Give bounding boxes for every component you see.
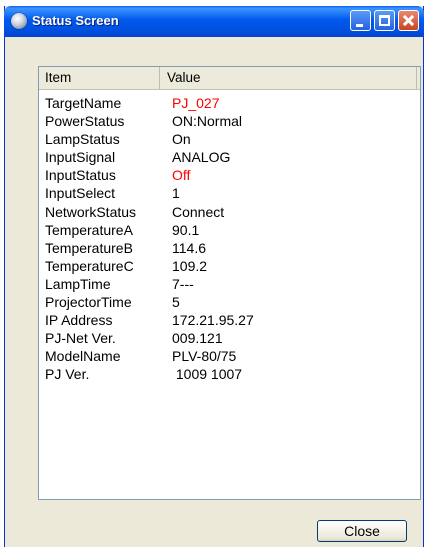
list-item[interactable]: PowerStatus ON:Normal — [39, 113, 420, 131]
list-item[interactable]: TemperatureB 114.6 — [39, 240, 420, 258]
maximize-button[interactable] — [374, 10, 395, 31]
list-item[interactable]: ModelName PLV-80/75 — [39, 348, 420, 366]
item-name: InputSelect — [45, 185, 116, 202]
list-item[interactable]: LampTime 7--- — [39, 276, 420, 294]
item-name: NetworkStatus — [45, 203, 137, 220]
item-name: TemperatureB — [45, 239, 133, 256]
close-icon — [399, 11, 418, 30]
item-value: ANALOG — [172, 149, 231, 166]
item-value: 90.1 — [172, 221, 200, 238]
list-item[interactable]: TemperatureC 109.2 — [39, 258, 420, 276]
list-item[interactable]: PJ Ver. 1009 1007 — [39, 366, 420, 384]
item-name: ModelName — [45, 348, 121, 365]
list-item[interactable]: ProjectorTime 5 — [39, 294, 420, 312]
close-window-button[interactable] — [398, 10, 419, 31]
list-item[interactable]: InputSignal ANALOG — [39, 149, 420, 167]
column-header-item[interactable]: Item — [39, 67, 160, 89]
item-value: PJ_027 — [172, 95, 220, 111]
list-item[interactable]: TargetName PJ_027 — [39, 95, 420, 113]
item-value: 1 — [172, 185, 180, 202]
item-value: 5 — [172, 294, 180, 311]
list-item[interactable]: InputStatus Off — [39, 167, 420, 185]
item-name: TemperatureA — [45, 221, 133, 238]
item-value: On — [172, 131, 191, 148]
status-screen-window: Status Screen Item Value TargetName PJ_02… — [4, 6, 424, 547]
item-value: Connect — [172, 203, 225, 220]
window-title: Status Screen — [32, 13, 119, 28]
item-name: InputSignal — [45, 149, 116, 166]
list-item[interactable]: LampStatus On — [39, 131, 420, 149]
item-name: LampStatus — [45, 131, 120, 148]
item-value: Off — [172, 167, 191, 184]
item-name: PJ-Net Ver. — [45, 330, 116, 347]
status-list[interactable]: Item Value TargetName PJ_027 PowerStatus ON… — [38, 66, 421, 500]
close-button[interactable]: Close — [317, 520, 407, 542]
item-value: 114.6 — [172, 239, 206, 256]
list-header: Item Value — [39, 67, 420, 90]
title-bar[interactable]: Status Screen — [4, 6, 424, 37]
item-name: TemperatureC — [45, 257, 134, 274]
projector-app-icon — [11, 13, 27, 29]
item-value: PLV-80/75 — [172, 348, 237, 365]
item-name: InputStatus — [45, 167, 116, 184]
list-item[interactable]: IP Address 172.21.95.27 — [39, 312, 420, 330]
item-name: LampTime — [45, 275, 111, 292]
item-name: TargetName — [45, 95, 122, 111]
item-name: IP Address — [45, 312, 113, 329]
column-header-value[interactable]: Value — [161, 67, 417, 89]
list-rows: TargetName PJ_027 PowerStatus ON:Normal Lamp… — [39, 95, 420, 385]
item-name: PJ Ver. — [45, 366, 90, 383]
item-value: 7--- — [172, 275, 194, 292]
item-value: 172.21.95.27 — [172, 312, 254, 329]
item-value: ON:Normal — [172, 113, 243, 130]
list-item[interactable]: PJ-Net Ver. 009.121 — [39, 330, 420, 348]
item-name: ProjectorTime — [45, 294, 132, 311]
item-name: PowerStatus — [45, 113, 125, 130]
item-value: 1009 1007 — [172, 366, 243, 383]
item-value: 109.2 — [172, 257, 208, 274]
minimize-button[interactable] — [350, 10, 371, 31]
list-item[interactable]: InputSelect 1 — [39, 185, 420, 203]
list-item[interactable]: TemperatureA 90.1 — [39, 222, 420, 240]
item-value: 009.121 — [172, 330, 223, 347]
list-item[interactable]: NetworkStatus Connect — [39, 204, 420, 222]
